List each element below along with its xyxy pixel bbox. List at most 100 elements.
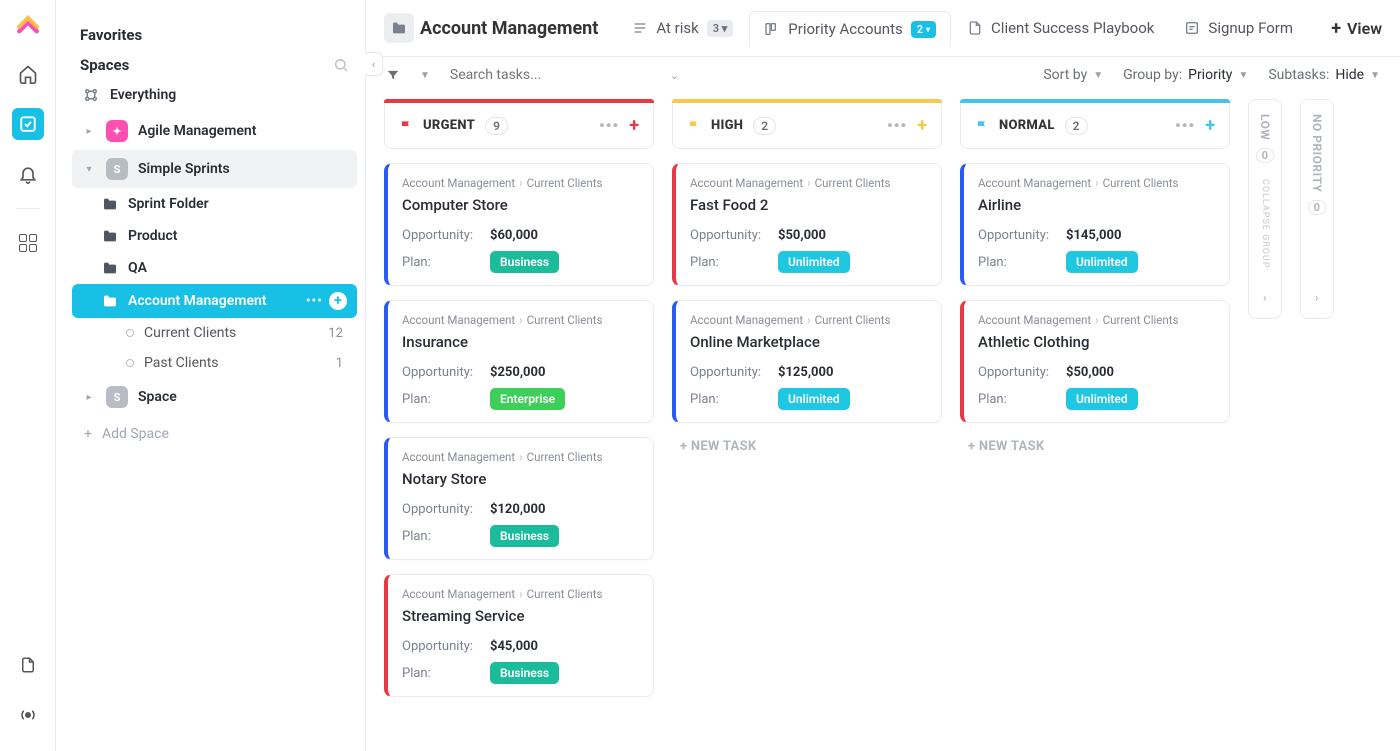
spaces-heading[interactable]: Spaces [80,56,129,74]
folder-icon[interactable] [384,13,414,43]
add-space-button[interactable]: + Add Space [72,416,357,452]
folder-icon [102,260,118,276]
space-icon: S [106,386,128,408]
filter-icon[interactable] [386,68,400,82]
everything-item[interactable]: Everything [72,78,357,112]
column-name: NORMAL [999,118,1055,133]
record-icon[interactable] [12,699,44,731]
chevron-right-icon: › [1263,291,1267,304]
subtasks-button[interactable]: Subtasks: Hide▼ [1268,67,1380,83]
column-more-button[interactable]: ••• [887,116,907,135]
folder-label: Account Management [128,293,267,309]
breadcrumb: Account Management›Current Clients [402,587,639,601]
tab-label: Priority Accounts [788,20,902,38]
plan-label: Plan: [402,392,490,407]
opportunity-label: Opportunity: [690,365,778,380]
search-icon[interactable] [333,57,349,73]
list-item[interactable]: Past Clients 1 [72,348,357,378]
task-card[interactable]: Account Management›Current Clients Notar… [384,437,654,560]
column-add-button[interactable]: + [629,115,639,136]
column-header: NORMAL 2 ••• + [960,103,1230,149]
docs-icon[interactable] [12,649,44,681]
search-input[interactable] [450,67,650,83]
tab-icon [764,21,780,37]
plan-badge: Unlimited [1066,388,1138,410]
folder-item[interactable]: Sprint Folder [72,188,357,220]
collapsed-column-low[interactable]: LOW 0 COLLAPSE GROUP › [1248,99,1282,319]
tasks-icon[interactable] [12,108,44,140]
priority-flag-icon [399,119,413,133]
tab-at-risk[interactable]: At risk 3 ▾ [618,10,747,46]
board-column-high: HIGH 2 ••• + Account Management›Current … [672,99,942,470]
space-item[interactable]: ▸ ✦ Agile Management [72,112,357,150]
tab-client-success-playbook[interactable]: Client Success Playbook [953,10,1168,46]
task-card[interactable]: Account Management›Current Clients Fast … [672,163,942,286]
new-task-button[interactable]: + NEW TASK [960,423,1230,470]
board-column-urgent: URGENT 9 ••• + Account Management›Curren… [384,99,654,697]
column-name: NO PRIORITY [1310,114,1324,192]
space-item[interactable]: ▾ S Simple Sprints [72,150,357,188]
column-add-button[interactable]: + [917,115,927,136]
list-item[interactable]: Current Clients 12 [72,318,357,348]
notifications-icon[interactable] [12,158,44,190]
breadcrumb: Account Management›Current Clients [402,450,639,464]
board-column-normal: NORMAL 2 ••• + Account Management›Curren… [960,99,1230,470]
card-title: Insurance [402,333,639,351]
task-card[interactable]: Account Management›Current Clients Onlin… [672,300,942,423]
collapsed-column-no-priority[interactable]: NO PRIORITY 0 › [1300,99,1334,319]
column-name: URGENT [423,118,475,133]
icon-rail [0,0,56,751]
apps-icon[interactable] [12,227,44,259]
list-dot-icon [126,329,134,337]
add-icon[interactable]: + [329,292,347,310]
opportunity-value: $50,000 [778,228,826,243]
tab-label: At risk [656,19,698,37]
more-icon[interactable]: ••• [306,293,323,309]
task-card[interactable]: Account Management›Current Clients Airli… [960,163,1230,286]
tab-icon [632,20,648,36]
folder-item[interactable]: Account Management ••• + [72,284,357,318]
tab-badge: 2 ▾ [911,21,936,38]
space-icon: S [106,158,128,180]
app-logo[interactable] [14,12,42,40]
sort-by-button[interactable]: Sort by▼ [1043,67,1103,83]
home-icon[interactable] [12,58,44,90]
opportunity-label: Opportunity: [978,365,1066,380]
plan-label: Plan: [978,392,1066,407]
tab-priority-accounts[interactable]: Priority Accounts 2 ▾ [749,11,951,47]
folder-label: QA [128,260,147,276]
column-add-button[interactable]: + [1205,115,1215,136]
opportunity-label: Opportunity: [402,502,490,517]
task-card[interactable]: Account Management›Current Clients Compu… [384,163,654,286]
plus-icon: + [1331,18,1341,39]
folder-icon [102,228,118,244]
tab-label: Client Success Playbook [991,19,1154,37]
folder-item[interactable]: QA [72,252,357,284]
task-card[interactable]: Account Management›Current Clients Insur… [384,300,654,423]
collapse-label: COLLAPSE GROUP [1260,179,1270,268]
list-dot-icon [126,359,134,367]
space-item[interactable]: ▸ S Space [72,378,357,416]
everything-label: Everything [110,87,176,103]
card-title: Fast Food 2 [690,196,927,214]
column-more-button[interactable]: ••• [599,116,619,135]
kanban-board: URGENT 9 ••• + Account Management›Curren… [366,93,1400,751]
column-more-button[interactable]: ••• [1175,116,1195,135]
favorites-heading[interactable]: Favorites [80,26,349,44]
new-task-button[interactable]: + NEW TASK [672,423,942,470]
plan-badge: Unlimited [1066,251,1138,273]
chevron-down-icon[interactable]: ⌄ [670,69,679,82]
task-card[interactable]: Account Management›Current Clients Athle… [960,300,1230,423]
list-label: Past Clients [144,355,219,371]
chevron-down-icon[interactable]: ▼ [420,70,430,81]
group-by-button[interactable]: Group by: Priority▼ [1123,67,1248,83]
card-title: Online Marketplace [690,333,927,351]
folder-item[interactable]: Product [72,220,357,252]
opportunity-label: Opportunity: [978,228,1066,243]
tab-signup-form[interactable]: Signup Form [1170,10,1307,46]
add-view-button[interactable]: + View [1331,18,1382,39]
collapse-sidebar-button[interactable]: ‹ [365,52,383,76]
task-card[interactable]: Account Management›Current Clients Strea… [384,574,654,697]
chevron-right-icon: › [1315,291,1319,304]
opportunity-value: $120,000 [490,502,545,517]
